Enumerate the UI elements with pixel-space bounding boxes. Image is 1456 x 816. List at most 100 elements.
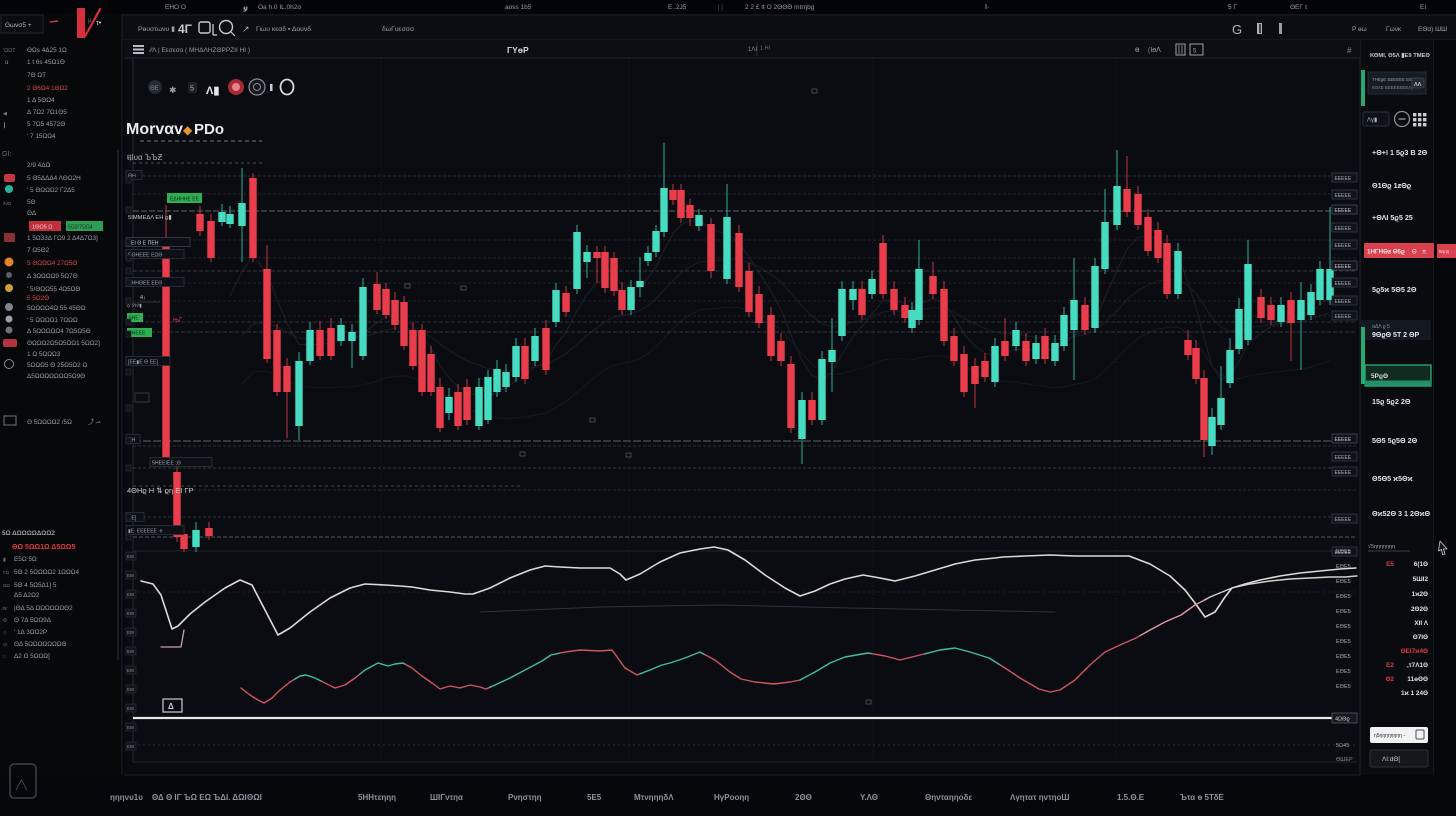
svg-text:' 7 15ΩΩ4: ' 7 15ΩΩ4 bbox=[27, 133, 56, 140]
svg-text:' 5/ΘΩΩ55 4Ω5ΩΘ: ' 5/ΘΩΩ55 4Ω5ΩΘ bbox=[27, 286, 80, 293]
svg-text:◇: ◇ bbox=[3, 630, 7, 635]
svg-text:ΕΕΕΕΕ: ΕΕΕΕΕ bbox=[1335, 193, 1352, 199]
svg-text:Ε5: Ε5 bbox=[1386, 561, 1394, 568]
svg-text:ΕΕΕΕΕ: ΕΕΕΕΕ bbox=[1335, 470, 1352, 476]
svg-text:ΕΘΕ5: ΕΘΕ5 bbox=[1336, 624, 1351, 630]
svg-text:Θ5Θ5 ϰ5Θϰ: Θ5Θ5 ϰ5Θϰ bbox=[1372, 474, 1413, 483]
svg-text:τ•: τ• bbox=[96, 20, 102, 27]
svg-text:□: □ bbox=[3, 654, 6, 659]
svg-text:ΕΘΕ5: ΕΘΕ5 bbox=[1336, 654, 1351, 660]
svg-text:6(1Θ: 6(1Θ bbox=[1414, 561, 1428, 568]
svg-text:⤴ ⇀: ⤴ ⇀ bbox=[88, 418, 101, 426]
svg-text:Λ▮: Λ▮ bbox=[206, 85, 219, 97]
svg-text:ηηηνυ1υ: ηηηνυ1υ bbox=[110, 793, 143, 802]
svg-text:Δ5 Δ2Ω2: Δ5 Δ2Ω2 bbox=[14, 592, 40, 599]
svg-text:▮: ▮ bbox=[3, 557, 6, 563]
svg-text:ΕΕΕΕΕ: ΕΕΕΕΕ bbox=[1335, 243, 1352, 249]
svg-text:+ΘΛΙ 5ϱ5 25: +ΘΛΙ 5ϱ5 25 bbox=[1372, 213, 1413, 222]
svg-text:1 Ω 5ΩΩΩ3: 1 Ω 5ΩΩΩ3 bbox=[27, 351, 61, 358]
svg-text:ΕΕΕΕΕ: ΕΕΕΕΕ bbox=[1335, 314, 1352, 320]
svg-text:λνα: λνα bbox=[3, 201, 11, 207]
svg-text:ΘΩ 5ΩΩ1Ω Δ5ΩΩ5: ΘΩ 5ΩΩ1Ω Δ5ΩΩ5 bbox=[12, 544, 75, 551]
svg-text:π: π bbox=[1422, 250, 1426, 256]
svg-text:Gωνσ5 +: Gωνσ5 + bbox=[5, 22, 32, 29]
svg-text:4Γ: 4Γ bbox=[178, 22, 193, 36]
svg-text:δωΓυεσσσ: δωΓυεσσσ bbox=[382, 26, 415, 33]
svg-text:ΘΕГ τ: ΘΕГ τ bbox=[1290, 4, 1308, 11]
svg-text:4ΩΘϱ: 4ΩΘϱ bbox=[1335, 717, 1350, 723]
svg-text:ΕΘΕ5: ΕΘΕ5 bbox=[1336, 549, 1351, 555]
svg-text:Γωνκ: Γωνκ bbox=[1386, 26, 1402, 33]
svg-text:ΕΕΕΕΕ: ΕΕΕΕΕ bbox=[1335, 226, 1352, 232]
svg-text:ΕΘΕ5: ΕΘΕ5 bbox=[1336, 609, 1351, 615]
svg-text:5ΗΗτεηηη: 5ΗΗτεηηη bbox=[358, 793, 396, 802]
svg-text:2ΘΘ: 2ΘΘ bbox=[795, 793, 812, 802]
svg-text:1 t 6s 45Ω1Θ: 1 t 6s 45Ω1Θ bbox=[27, 59, 65, 66]
svg-text:ΩΩ: ΩΩ bbox=[3, 583, 10, 588]
svg-text:Δ 3ΩΩΩΩ9 5Ω7Θ: Δ 3ΩΩΩΩ9 5Ω7Θ bbox=[27, 273, 78, 280]
svg-text:Θ: Θ bbox=[1412, 250, 1417, 256]
svg-text:↗: ↗ bbox=[242, 24, 250, 34]
svg-text:Ε5Ω 5Ω: Ε5Ω 5Ω bbox=[14, 556, 37, 563]
svg-text:Φ: Φ bbox=[3, 618, 7, 624]
svg-text:2Θ2Θ: 2Θ2Θ bbox=[1411, 606, 1428, 613]
svg-text:5ηηη: 5ηηη bbox=[1439, 249, 1450, 254]
svg-text:𝓎: 𝓎 bbox=[243, 2, 249, 12]
svg-text:ΕΘΙ: ΕΘΙ bbox=[127, 573, 134, 578]
svg-text:ŧŧ̣Ιυα ЪЪƵ: ŧŧ̣Ιυα ЪЪƵ bbox=[127, 153, 163, 162]
svg-text:ΧΙΙ Λ: ΧΙΙ Λ bbox=[1414, 620, 1428, 627]
svg-text:ΘΩΙ: ΘΩΙ bbox=[247, 793, 262, 802]
svg-text:5 7Ω5 4572Θ: 5 7Ω5 4572Θ bbox=[27, 121, 65, 128]
svg-text:Θ 5ΩΩΩΩ2 /5Ω: Θ 5ΩΩΩΩ2 /5Ω bbox=[27, 419, 72, 426]
svg-text:5Ε5: 5Ε5 bbox=[587, 793, 602, 802]
svg-text:5: 5 bbox=[190, 86, 194, 93]
svg-text:2 Θ6Ω4 1ΘΩ2: 2 Θ6Ω4 1ΘΩ2 bbox=[27, 85, 68, 92]
svg-text:ΕΘΙ: ΕΘΙ bbox=[127, 668, 134, 673]
svg-text:5ΩΩΩΩ4Ω 55 45ΘΩ: 5ΩΩΩΩ4Ω 55 45ΘΩ bbox=[27, 305, 86, 312]
svg-text:ΕΕΕΕΕ: ΕΕΕΕΕ bbox=[1335, 517, 1352, 523]
svg-text:4ΘΗϱ Η ⇅ ϱη ΕΙ ΓΡ: 4ΘΗϱ Η ⇅ ϱη ΕΙ ΓΡ bbox=[127, 486, 194, 495]
svg-text:ΤΗΕϱΕ ΕΕΕΕΕΕ ΕΕ: ΤΗΕϱΕ ΕΕΕΕΕΕ ΕΕ bbox=[1372, 77, 1412, 82]
svg-text:Θϰ52Θ 3 1 2ΘϰΘ: Θϰ52Θ 3 1 2ΘϰΘ bbox=[1372, 509, 1430, 518]
svg-text:Ρνηστηη: Ρνηστηη bbox=[508, 793, 542, 802]
svg-text:ΘΔ Θ ΙΓ ЪΩ ΕΩ ЪΔΙ. ΔΩΙ: ΘΔ Θ ΙΓ ЪΩ ΕΩ ЪΔΙ. ΔΩΙ bbox=[152, 793, 247, 802]
svg-text:ΕΘΙ: ΕΘΙ bbox=[127, 592, 134, 597]
svg-text:Δ: Δ bbox=[168, 702, 174, 711]
svg-text:Λγ▮: Λγ▮ bbox=[1367, 118, 1377, 124]
svg-text:5Θ 4 5Ω5Δ1] 5: 5Θ 4 5Ω5Δ1] 5 bbox=[14, 582, 57, 589]
svg-text:ΕΘΙ: ΕΘΙ bbox=[127, 687, 134, 692]
svg-text:1.ΗΙ: 1.ΗΙ bbox=[760, 46, 771, 52]
svg-text:EHO O: EHO O bbox=[165, 4, 186, 11]
svg-text:ΕI: ΕI bbox=[1420, 4, 1426, 11]
svg-text:9ΘϱΘ 5Τ 2 ΘΡ: 9ΘϱΘ 5Τ 2 ΘΡ bbox=[1372, 332, 1419, 339]
svg-text:ΕΕΕΕΕ: ΕΕΕΕΕ bbox=[1335, 208, 1352, 214]
svg-text:ΕΕΕΕΕ: ΕΕΕΕΕ bbox=[1335, 176, 1352, 182]
svg-text:' 5 ΘΩΩΩ2 Γ2Δ5: ' 5 ΘΩΩΩ2 Γ2Δ5 bbox=[27, 187, 75, 194]
svg-text:ΘΕΙ7ϰ4Θ: ΘΕΙ7ϰ4Θ bbox=[1401, 648, 1428, 655]
svg-text:#: # bbox=[1347, 46, 1352, 55]
svg-text:Mοrvαv: Mοrvαv bbox=[126, 121, 183, 138]
svg-text:,τ7Λ1Θ: ,τ7Λ1Θ bbox=[1407, 662, 1428, 669]
svg-text:7Θ ΩΤ: 7Θ ΩΤ bbox=[27, 72, 46, 79]
svg-text:PDο: PDο bbox=[194, 121, 224, 138]
svg-text:1.5.Θ.Ε: 1.5.Θ.Ε bbox=[1117, 793, 1145, 802]
svg-text:Θ2: Θ2 bbox=[1385, 676, 1394, 683]
svg-text:▮Ε· ΕΕΕΕΕΕ ·ө: ▮Ε· ΕΕΕΕΕΕ ·ө bbox=[128, 529, 163, 535]
svg-text:Δ 5ΩΩΩΩΩ4 7Ω5Ω5Θ: Δ 5ΩΩΩΩΩ4 7Ω5Ω5Θ bbox=[27, 328, 91, 335]
svg-text:5Θ: 5Θ bbox=[27, 199, 36, 206]
svg-text:ΕΘΙ: ΕΘΙ bbox=[127, 554, 134, 559]
svg-text:▎: ▎ bbox=[3, 122, 8, 129]
svg-text:5ΗΕΕΕ: 5ΗΕΕΕ bbox=[129, 331, 146, 337]
svg-text:'ΩΩT: 'ΩΩT bbox=[3, 48, 16, 54]
svg-text:ΕΕΕΕΕ: ΕΕΕΕΕ bbox=[1335, 264, 1352, 270]
svg-text:ΕΘΕ5: ΕΘΕ5 bbox=[1336, 564, 1351, 570]
svg-text:1ΗΓΗΘƶ Θ5ϱ: 1ΗΓΗΘƶ Θ5ϱ bbox=[1367, 249, 1405, 256]
svg-text:Ρ өω: Ρ өω bbox=[1352, 26, 1367, 33]
svg-text:ΕΕΕΕΕ: ΕΕΕΕΕ bbox=[1335, 437, 1352, 443]
svg-text:ΕΕΕΕΕ: ΕΕΕΕΕ bbox=[1335, 281, 1352, 287]
svg-text:7 Ω5Θ2: 7 Ω5Θ2 bbox=[27, 247, 50, 254]
svg-text:ΕΘΕ5: ΕΘΕ5 bbox=[1336, 579, 1351, 585]
svg-text:ΕΘΕ5: ΕΘΕ5 bbox=[1336, 669, 1351, 675]
svg-text:ΓΥөΡ: ΓΥөΡ bbox=[507, 45, 529, 55]
svg-text:ΕΘΗΕΕΕ ΕΩΘ: ΕΘΗΕΕΕ ΕΩΘ bbox=[128, 253, 162, 259]
